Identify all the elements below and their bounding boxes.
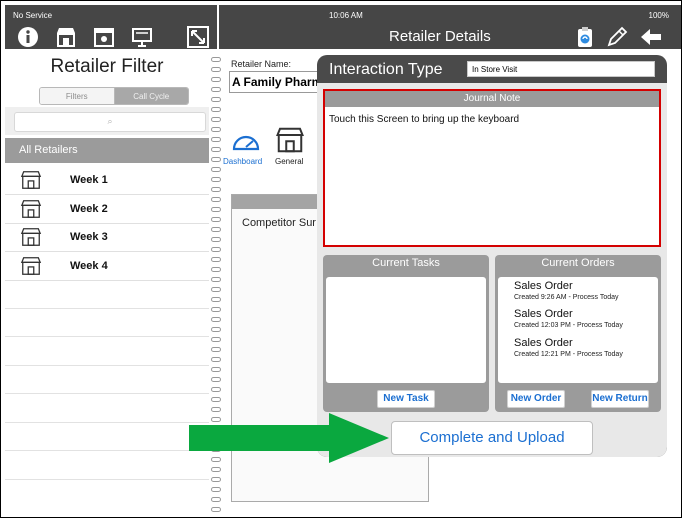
search-bar: ⌕ [5, 107, 209, 135]
list-item-week-3[interactable]: Week 3 [5, 223, 209, 252]
retailer-name-field[interactable]: A Family Pharm [229, 71, 323, 93]
back-arrow-icon[interactable] [639, 25, 663, 49]
interaction-type-field[interactable]: In Store Visit [467, 61, 655, 77]
list-item-week-4[interactable]: Week 4 [5, 252, 209, 281]
order-title: Sales Order [514, 280, 573, 292]
status-time: 10:06 AM [329, 11, 363, 20]
store-icon [20, 257, 42, 275]
journal-note-text[interactable]: Touch this Screen to bring up the keyboa… [329, 114, 519, 125]
retailer-filter-panel: Retailer Filter Filters Call Cycle ⌕ All… [5, 49, 209, 517]
tab-general[interactable]: General [275, 157, 303, 166]
list-item-week-2[interactable]: Week 2 [5, 195, 209, 224]
tab-filters[interactable]: Filters [40, 88, 115, 104]
divider [5, 450, 209, 451]
green-arrow-icon [189, 413, 389, 463]
right-toolbar: 10:06 AM 100% Retailer Details [219, 5, 681, 49]
current-orders-panel: Current Orders Sales Order Created 9:26 … [495, 255, 661, 412]
requirement-row[interactable]: Competitor Sur [242, 217, 316, 229]
current-tasks-panel: Current Tasks New Task [323, 255, 489, 412]
orders-list: Sales Order Created 9:26 AM - Process To… [498, 277, 658, 383]
order-subtitle: Created 12:21 PM - Process Today [514, 351, 623, 358]
store-icon [20, 200, 42, 218]
tab-call-cycle[interactable]: Call Cycle [114, 88, 188, 104]
dashboard-icon[interactable] [231, 127, 261, 157]
order-title: Sales Order [514, 337, 573, 349]
app-window: No Service Retailer Filter Filters Call … [0, 0, 682, 518]
list-item[interactable]: Sales Order Created 12:03 PM - Process T… [514, 308, 623, 329]
panel-title: Retailer Filter [50, 56, 164, 77]
store-icon [20, 171, 42, 189]
divider [5, 422, 209, 423]
journal-note-area[interactable]: Journal Note Touch this Screen to bring … [323, 89, 661, 247]
divider [5, 336, 209, 337]
interaction-type-label: Interaction Type [329, 61, 443, 78]
list-item-label: Week 4 [70, 260, 108, 272]
search-input[interactable]: ⌕ [14, 112, 206, 132]
interaction-modal: Interaction Type In Store Visit Journal … [317, 55, 667, 457]
list-item-label: Week 3 [70, 231, 108, 243]
new-task-button[interactable]: New Task [377, 390, 435, 408]
retailer-name-label: Retailer Name: [231, 59, 292, 69]
list-item-label: Week 1 [70, 174, 108, 186]
store-icon[interactable] [53, 25, 79, 49]
new-return-button[interactable]: New Return [591, 390, 649, 408]
expand-icon[interactable] [185, 25, 211, 49]
divider [5, 365, 209, 366]
presentation-icon[interactable] [129, 25, 155, 49]
tasks-list [326, 277, 486, 383]
order-title: Sales Order [514, 308, 573, 320]
store-settings-icon[interactable] [91, 25, 117, 49]
section-header-all-retailers[interactable]: All Retailers [5, 138, 209, 163]
store-icon[interactable] [275, 125, 305, 155]
pencil-icon[interactable] [605, 25, 629, 49]
carrier-status: No Service [13, 11, 53, 20]
divider [5, 479, 209, 480]
complete-and-upload-button[interactable]: Complete and Upload [391, 421, 593, 455]
list-item-label: Week 2 [70, 203, 108, 215]
info-icon[interactable] [15, 25, 41, 49]
journal-note-header: Journal Note [325, 91, 659, 107]
order-subtitle: Created 9:26 AM - Process Today [514, 294, 619, 301]
order-subtitle: Created 12:03 PM - Process Today [514, 322, 623, 329]
tab-dashboard[interactable]: Dashboard [223, 157, 262, 166]
list-item[interactable]: Sales Order Created 9:26 AM - Process To… [514, 280, 619, 301]
divider [5, 393, 209, 394]
page-title: Retailer Details [389, 28, 491, 45]
filter-segmented-control: Filters Call Cycle [39, 87, 189, 105]
clipboard-sync-icon[interactable] [573, 25, 597, 49]
list-item[interactable]: Sales Order Created 12:21 PM - Process T… [514, 337, 623, 358]
left-toolbar: No Service [5, 5, 217, 49]
divider [5, 308, 209, 309]
list-item-week-1[interactable]: Week 1 [5, 166, 209, 195]
current-orders-header: Current Orders [541, 257, 615, 269]
new-order-button[interactable]: New Order [507, 390, 565, 408]
store-icon [20, 228, 42, 246]
current-tasks-header: Current Tasks [372, 257, 440, 269]
status-battery: 100% [648, 11, 669, 20]
